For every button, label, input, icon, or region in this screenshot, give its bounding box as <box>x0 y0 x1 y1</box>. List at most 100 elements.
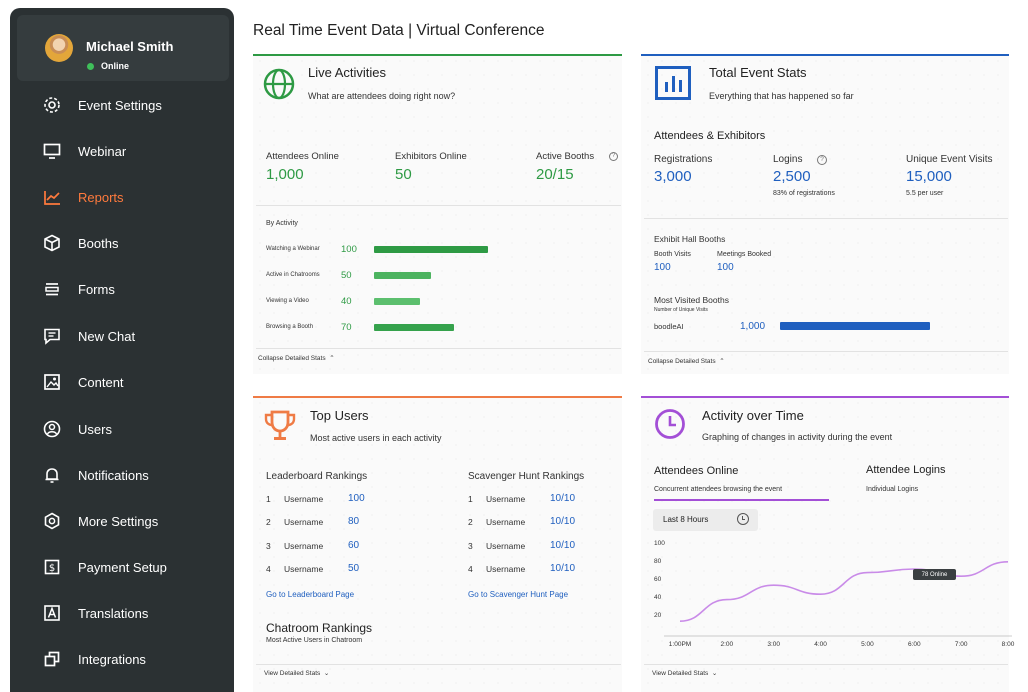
meetings-booked-label: Meetings Booked <box>717 251 772 258</box>
user-circle-icon <box>43 420 61 438</box>
sidebar-item-label: Users <box>78 421 112 437</box>
sidebar-item-more-settings[interactable]: More Settings <box>10 504 234 538</box>
sidebar-item-forms[interactable]: Forms <box>10 272 234 306</box>
rank-number: 4 <box>266 564 271 574</box>
rank-number: 1 <box>468 494 473 504</box>
sidebar-item-reports[interactable]: Reports <box>10 180 234 214</box>
x-tick-label: 3:00 <box>767 641 780 648</box>
chart-tooltip: 78 Online <box>913 569 956 580</box>
activity-line-chart: 20 40 60 80 100 1:00PM 2:00 3:00 4:00 5:00 6:00 7:0… <box>654 540 1015 648</box>
x-tick-label: 6:00 <box>908 641 921 648</box>
sidebar-item-label: Event Settings <box>78 97 162 113</box>
chat-icon <box>43 327 61 345</box>
most-visited-heading: Most Visited Booths <box>654 295 729 305</box>
rank-value: 80 <box>348 516 360 527</box>
sidebar-item-payment-setup[interactable]: $ Payment Setup <box>10 550 234 584</box>
globe-icon <box>263 68 295 100</box>
gear-icon <box>43 96 61 114</box>
sidebar-item-label: Payment Setup <box>78 559 167 575</box>
y-tick-label: 20 <box>654 612 662 619</box>
view-stats-toggle[interactable]: View Detailed Stats ⌄ <box>652 669 717 677</box>
activity-label: Viewing a Video <box>266 298 309 304</box>
sidebar-item-new-chat[interactable]: New Chat <box>10 319 234 353</box>
divider <box>256 205 621 206</box>
sidebar-item-notifications[interactable]: Notifications <box>10 458 234 492</box>
cube-icon <box>43 234 61 252</box>
leaderboard-link[interactable]: Go to Leaderboard Page <box>266 590 354 599</box>
activity-bar <box>374 246 488 253</box>
by-activity-label: By Activity <box>266 220 298 227</box>
tab-attendees-online[interactable]: Attendees Online <box>654 465 738 477</box>
help-icon[interactable]: ? <box>817 155 827 165</box>
rank-username[interactable]: Username <box>486 517 525 527</box>
x-tick-label: 1:00PM <box>669 641 691 648</box>
y-tick-label: 100 <box>654 540 665 547</box>
avatar <box>45 34 73 62</box>
registrations-value: 3,000 <box>654 168 692 185</box>
help-icon[interactable]: ? <box>609 152 618 161</box>
sidebar-item-webinar[interactable]: Webinar <box>10 134 234 168</box>
rank-username[interactable]: Username <box>486 564 525 574</box>
y-tick-label: 40 <box>654 594 662 601</box>
rank-username[interactable]: Username <box>284 517 323 527</box>
sidebar-item-integrations[interactable]: Integrations <box>10 642 234 676</box>
top-booth-bar <box>780 322 930 330</box>
rank-number: 3 <box>266 541 271 551</box>
view-stats-toggle[interactable]: View Detailed Stats ⌄ <box>264 669 329 677</box>
sidebar-item-label: Forms <box>78 281 115 297</box>
rank-username[interactable]: Username <box>486 541 525 551</box>
panel-accent <box>253 54 622 56</box>
time-range-button[interactable]: Last 8 Hours <box>653 509 758 531</box>
y-tick-label: 80 <box>654 558 662 565</box>
scavenger-link[interactable]: Go to Scavenger Hunt Page <box>468 590 568 599</box>
collapse-stats-toggle[interactable]: Collapse Detailed Stats ⌃ <box>648 357 725 365</box>
rank-username[interactable]: Username <box>486 494 525 504</box>
sidebar-item-label: Notifications <box>78 467 149 483</box>
page-title: Real Time Event Data | Virtual Conferenc… <box>253 22 545 39</box>
logins-value: 2,500 <box>773 168 811 185</box>
collapse-stats-toggle[interactable]: Collapse Detailed Stats ⌃ <box>258 354 335 362</box>
x-tick-label: 4:00 <box>814 641 827 648</box>
x-tick-label: 5:00 <box>861 641 874 648</box>
panel-accent <box>253 396 622 398</box>
integrations-icon <box>43 650 61 668</box>
tab-attendee-logins[interactable]: Attendee Logins <box>866 464 946 476</box>
rank-value: 60 <box>348 540 360 551</box>
rank-username[interactable]: Username <box>284 494 323 504</box>
exhibit-hall-heading: Exhibit Hall Booths <box>654 234 726 244</box>
rank-value: 10/10 <box>550 540 576 551</box>
history-icon <box>737 513 749 525</box>
divider <box>256 664 621 665</box>
clock-icon <box>654 408 686 440</box>
sidebar-item-translations[interactable]: Translations <box>10 596 234 630</box>
rank-username[interactable]: Username <box>284 541 323 551</box>
live-activities-title: Live Activities <box>308 65 387 80</box>
x-tick-label: 2:00 <box>721 641 734 648</box>
activity-label: Active in Chatrooms <box>266 272 320 278</box>
activity-value: 40 <box>341 296 352 307</box>
series-line <box>679 561 1009 622</box>
sidebar-item-label: Translations <box>78 605 149 621</box>
divider <box>256 348 621 349</box>
exhibitors-online-label: Exhibitors Online <box>395 151 467 162</box>
translate-icon <box>43 604 61 622</box>
user-card[interactable]: Michael Smith Online <box>17 15 229 81</box>
user-name: Michael Smith <box>86 39 174 54</box>
active-booths-value: 20/15 <box>536 166 574 183</box>
chart-trend-icon <box>43 188 61 206</box>
sidebar-item-label: Reports <box>78 189 124 205</box>
rank-value: 10/10 <box>550 516 576 527</box>
scavenger-heading: Scavenger Hunt Rankings <box>468 471 585 482</box>
activity-subtitle: Graphing of changes in activity during t… <box>702 432 893 442</box>
sidebar-item-event-settings[interactable]: Event Settings <box>10 88 234 122</box>
rank-username[interactable]: Username <box>284 564 323 574</box>
activity-label: Watching a Webinar <box>266 246 320 252</box>
form-lines-icon <box>43 280 61 298</box>
rank-number: 3 <box>468 541 473 551</box>
sidebar-item-booths[interactable]: Booths <box>10 226 234 260</box>
most-visited-subheading: Number of Unique Visits <box>654 307 708 313</box>
sidebar-item-users[interactable]: Users <box>10 412 234 446</box>
logins-label: Logins <box>773 154 803 165</box>
activity-value: 50 <box>341 270 352 281</box>
sidebar-item-content[interactable]: Content <box>10 365 234 399</box>
